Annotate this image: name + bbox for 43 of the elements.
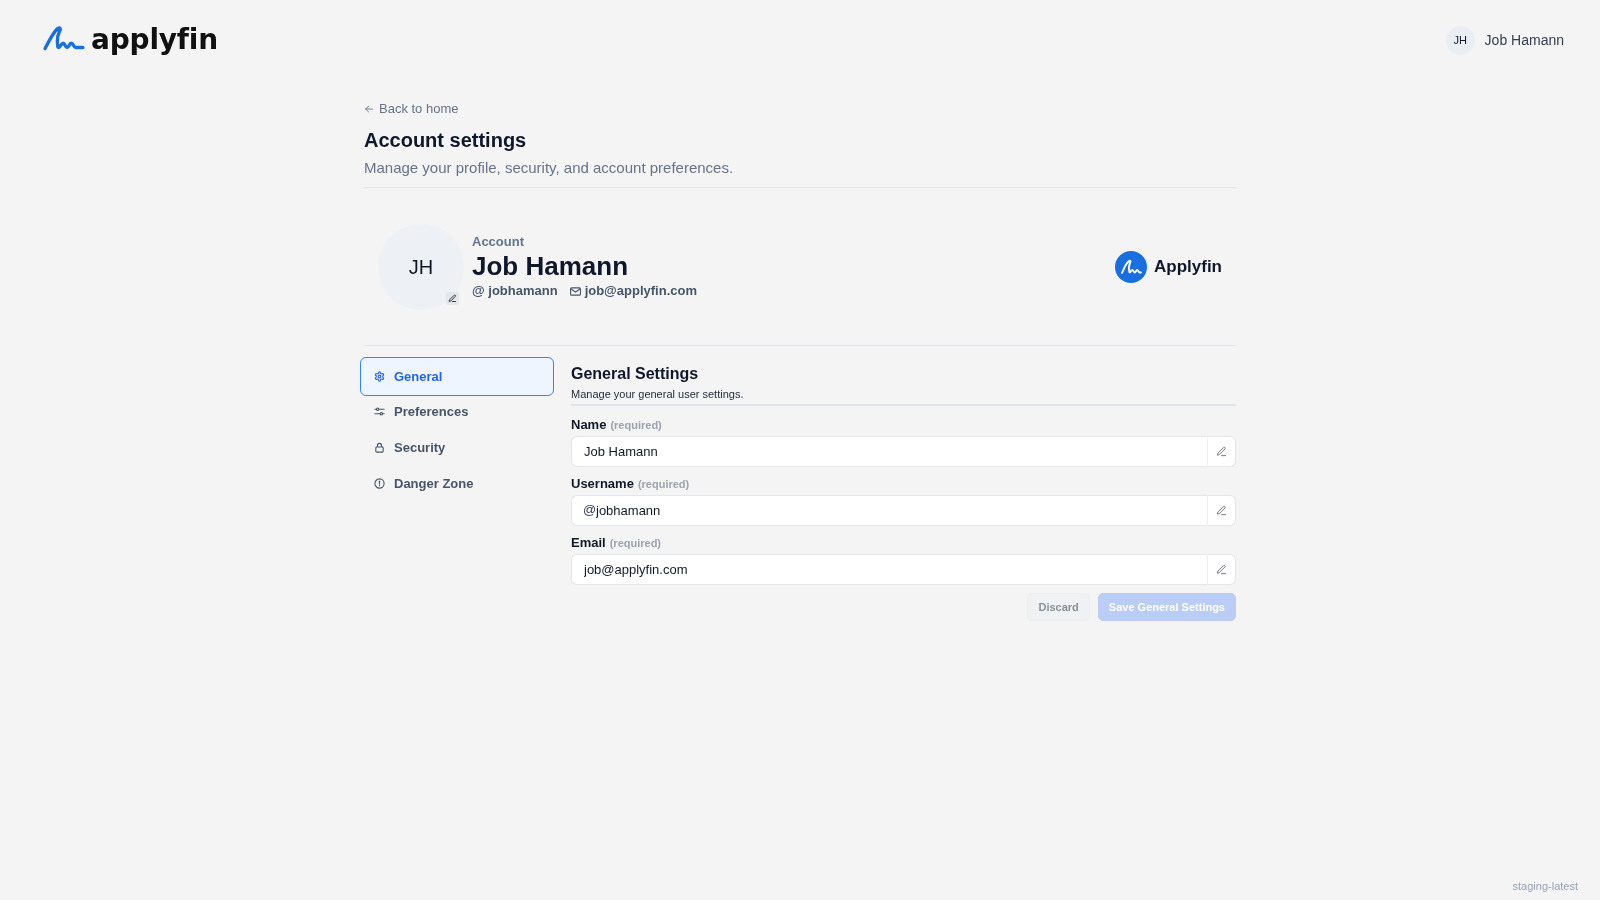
brand-name: applyfin — [91, 24, 218, 56]
section-subtitle: Manage your general user settings. — [571, 387, 745, 401]
nav-item[interactable]: Danger Zone — [360, 465, 554, 501]
version-label: staging-latest — [1512, 879, 1578, 893]
at-prefix: @ — [583, 502, 597, 517]
profile-name: Job Hamann — [472, 250, 630, 282]
gear-icon — [374, 371, 385, 382]
edit-button[interactable] — [1207, 553, 1236, 585]
back-link[interactable]: Back to home — [364, 100, 459, 118]
edit-button[interactable] — [1207, 494, 1236, 526]
nav-item[interactable]: Security — [360, 429, 554, 465]
pencil-icon — [1216, 445, 1227, 457]
text-field[interactable]: Job Hamann — [571, 435, 1207, 467]
wave-logo-icon — [1115, 251, 1147, 283]
account-label: Account — [472, 234, 525, 250]
page-title: Account settings — [364, 128, 528, 153]
organization-name: Applyfin — [1154, 257, 1222, 277]
alert-circle-icon — [374, 477, 385, 489]
required-hint: (required) — [610, 417, 662, 433]
wave-logo-icon — [43, 25, 85, 51]
profile-email: job@applyfin.com — [584, 282, 697, 300]
user-name[interactable]: Job Hamann — [1484, 32, 1564, 48]
arrow-left-icon — [364, 104, 374, 114]
required-hint: (required) — [637, 476, 690, 492]
profile-avatar: JH — [378, 224, 464, 310]
lock-icon — [374, 441, 385, 453]
field-label: Name — [571, 415, 607, 434]
nav-item[interactable]: Preferences — [360, 393, 554, 429]
field-label: Email — [571, 533, 606, 552]
pencil-icon[interactable] — [446, 292, 459, 305]
text-field[interactable]: job@applyfin.com — [571, 553, 1207, 585]
pencil-icon — [1216, 504, 1227, 516]
profile-username: @ jobhamann — [472, 282, 558, 300]
sliders-icon — [374, 405, 385, 417]
page-subtitle: Manage your profile, security, and account preferences. — [364, 158, 735, 178]
section-title: General Settings — [571, 364, 700, 384]
field-label: Username — [571, 474, 634, 493]
mail-icon — [569, 286, 581, 296]
edit-button[interactable] — [1207, 435, 1236, 467]
nav-item[interactable]: General — [360, 357, 554, 396]
pencil-icon — [1216, 563, 1227, 575]
user-avatar[interactable]: JH — [1445, 25, 1475, 55]
required-hint: (required) — [609, 535, 662, 551]
